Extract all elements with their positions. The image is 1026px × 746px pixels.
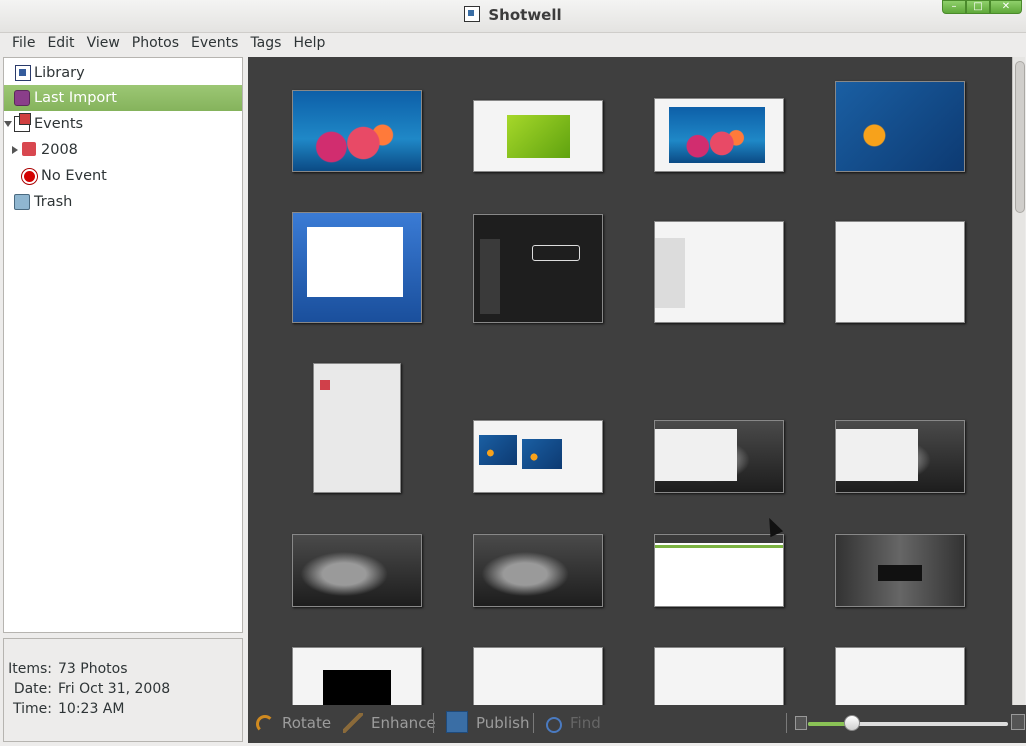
expander-down-icon[interactable]	[4, 121, 12, 127]
publish-button[interactable]: Publish	[446, 705, 529, 741]
publish-label: Publish	[476, 714, 530, 732]
photo-thumbnail[interactable]	[654, 647, 784, 705]
photo-thumbnail[interactable]	[292, 90, 422, 172]
info-items-label: Items:	[8, 661, 52, 677]
library-icon	[15, 65, 31, 81]
bottom-toolbar: Rotate Enhance Publish Find	[248, 705, 1026, 743]
info-items-value: 73 Photos	[58, 661, 128, 677]
sidebar-item-2008[interactable]: 2008	[4, 137, 242, 163]
publish-icon	[446, 711, 468, 733]
photo-thumbnail[interactable]	[473, 534, 603, 607]
sidebar-item-label: Last Import	[34, 90, 117, 106]
no-event-icon	[22, 169, 37, 184]
photo-thumbnail[interactable]	[654, 420, 784, 493]
photo-thumbnail[interactable]	[473, 647, 603, 705]
menu-tags[interactable]: Tags	[244, 33, 287, 55]
photo-thumbnail[interactable]	[313, 363, 401, 493]
info-date-value: Fri Oct 31, 2008	[58, 681, 171, 697]
maximize-button[interactable]: □	[966, 0, 990, 14]
find-button[interactable]: Find	[546, 705, 601, 741]
sidebar-item-label: Trash	[34, 194, 73, 210]
vertical-scrollbar[interactable]	[1012, 57, 1025, 705]
photo-thumbnail[interactable]	[654, 98, 784, 172]
photo-thumbnail[interactable]	[473, 420, 603, 493]
sidebar-item-trash[interactable]: Trash	[4, 189, 242, 215]
photo-thumbnail[interactable]	[835, 647, 965, 705]
sidebar: Library Last Import Events 2008 No Event…	[3, 57, 243, 633]
magic-wand-icon	[343, 713, 363, 733]
photo-thumbnail[interactable]	[473, 214, 603, 323]
menu-help[interactable]: Help	[287, 33, 331, 55]
enhance-button[interactable]: Enhance	[343, 705, 436, 741]
photo-thumbnail[interactable]	[654, 221, 784, 323]
trash-icon	[14, 194, 30, 210]
photo-thumbnail[interactable]	[292, 647, 422, 705]
toolbar-separator	[533, 713, 534, 733]
sidebar-item-label: 2008	[41, 142, 78, 158]
zoom-out-icon[interactable]	[795, 716, 807, 730]
enhance-label: Enhance	[371, 714, 436, 732]
photo-grid[interactable]	[248, 57, 1012, 705]
rotate-button[interactable]: Rotate	[256, 705, 331, 741]
photo-thumbnail[interactable]	[292, 212, 422, 323]
menu-view[interactable]: View	[81, 33, 126, 55]
rotate-label: Rotate	[282, 714, 332, 732]
photo-thumbnail[interactable]	[835, 81, 965, 172]
menu-bar: File Edit View Photos Events Tags Help	[0, 33, 1026, 55]
info-date-label: Date:	[13, 681, 52, 697]
photo-thumbnail[interactable]	[654, 534, 784, 607]
scrollbar-thumb[interactable]	[1015, 61, 1025, 213]
sidebar-item-label: Events	[34, 116, 84, 132]
rotate-icon	[256, 715, 274, 733]
info-time-label: Time:	[13, 701, 52, 717]
window-title-text: Shotwell	[488, 6, 562, 24]
photo-thumbnail[interactable]	[835, 420, 965, 493]
last-import-icon	[14, 90, 30, 106]
sidebar-item-events[interactable]: Events	[4, 111, 242, 137]
menu-edit[interactable]: Edit	[41, 33, 80, 55]
zoom-slider-knob[interactable]	[844, 715, 860, 731]
events-icon	[14, 113, 31, 132]
expander-right-icon[interactable]	[12, 146, 18, 154]
folder-icon	[22, 142, 36, 156]
sidebar-item-library[interactable]: Library	[4, 60, 242, 86]
find-icon	[546, 717, 562, 733]
minimize-button[interactable]: –	[942, 0, 966, 14]
menu-events[interactable]: Events	[185, 33, 244, 55]
sidebar-item-label: Library	[34, 65, 85, 81]
toolbar-separator	[433, 713, 434, 733]
info-time-value: 10:23 AM	[58, 701, 125, 717]
photo-thumbnail[interactable]	[292, 534, 422, 607]
shotwell-app-icon	[464, 6, 481, 22]
photo-thumbnail[interactable]	[835, 221, 965, 323]
window-title: Shotwell	[0, 6, 1026, 24]
toolbar-separator	[786, 713, 787, 733]
title-bar: Shotwell – □ ✕	[0, 0, 1026, 33]
close-button[interactable]: ✕	[990, 0, 1022, 14]
sidebar-item-label: No Event	[41, 168, 107, 184]
info-panel: Items: 73 Photos Date: Fri Oct 31, 2008 …	[3, 638, 243, 742]
sidebar-item-last-import[interactable]: Last Import	[4, 85, 242, 111]
menu-photos[interactable]: Photos	[126, 33, 185, 55]
window-controls: – □ ✕	[942, 0, 1022, 14]
zoom-in-icon[interactable]	[1011, 714, 1025, 730]
sidebar-item-no-event[interactable]: No Event	[4, 163, 242, 189]
photo-thumbnail[interactable]	[473, 100, 603, 172]
menu-file[interactable]: File	[6, 33, 41, 55]
photo-thumbnail[interactable]	[835, 534, 965, 607]
find-label: Find	[570, 714, 601, 732]
